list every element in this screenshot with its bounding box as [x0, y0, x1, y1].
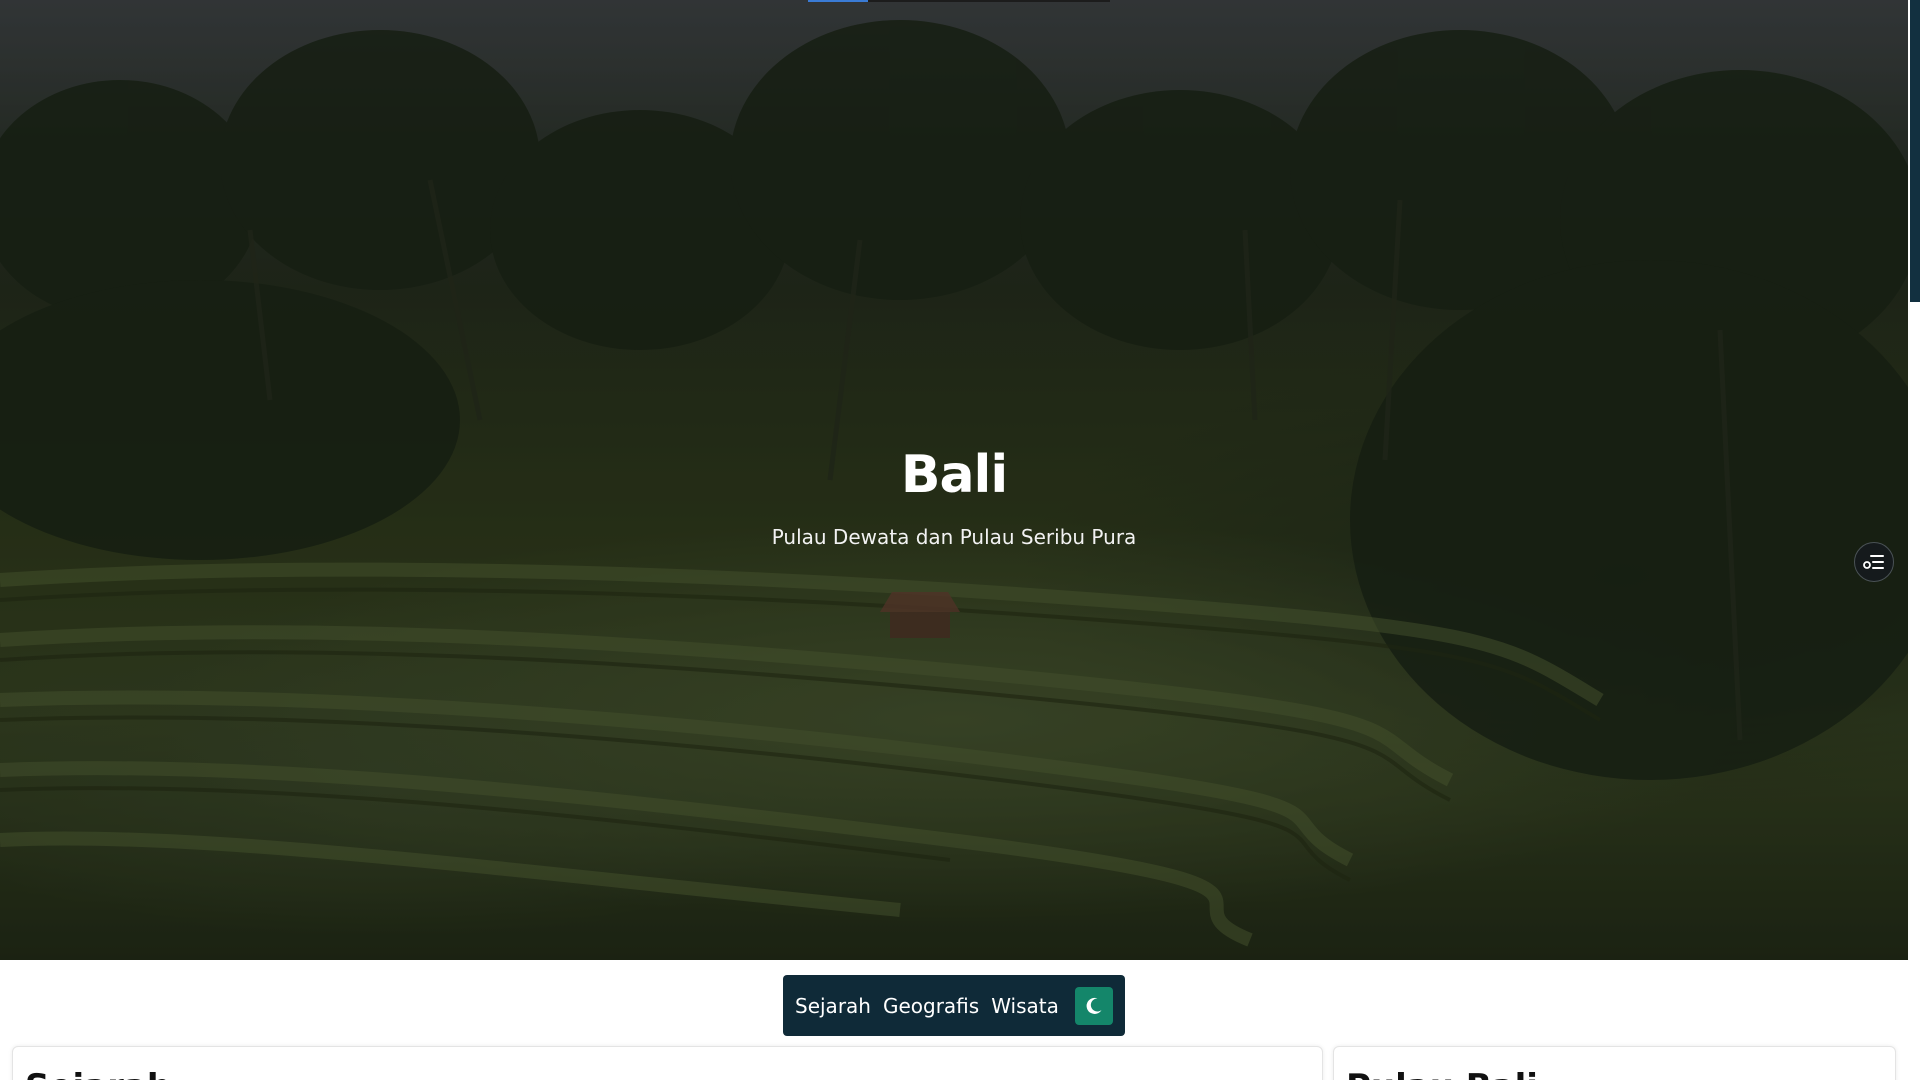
section-heading-sejarah: Sejarah — [25, 1067, 171, 1080]
reading-progress-fill — [808, 0, 869, 2]
reading-progress-bar — [808, 0, 1110, 2]
page: Bali Pulau Dewata dan Pulau Seribu Pura … — [0, 0, 1920, 1080]
table-of-contents-button[interactable] — [1854, 542, 1894, 582]
hero-banner: Bali Pulau Dewata dan Pulau Seribu Pura — [0, 0, 1908, 960]
hero-subtitle: Pulau Dewata dan Pulau Seribu Pura — [771, 525, 1137, 549]
theme-toggle-button[interactable] — [1075, 986, 1113, 1025]
section-heading-pulau-bali: Pulau Bali — [1346, 1067, 1538, 1080]
list-settings-icon — [1863, 555, 1884, 569]
hero-title: Bali — [900, 444, 1008, 505]
moon-icon — [1086, 997, 1102, 1014]
page-scrollbar[interactable] — [1908, 0, 1920, 1080]
nav-link-sejarah[interactable]: Sejarah — [795, 994, 871, 1018]
nav-link-geografis[interactable]: Geografis — [883, 994, 979, 1018]
section-nav: Sejarah Geografis Wisata — [783, 975, 1125, 1036]
scrollbar-thumb[interactable] — [1910, 0, 1920, 302]
section-card-pulau-bali: Pulau Bali — [1333, 1046, 1896, 1080]
section-card-sejarah: Sejarah — [12, 1046, 1323, 1080]
nav-link-wisata[interactable]: Wisata — [991, 994, 1059, 1018]
